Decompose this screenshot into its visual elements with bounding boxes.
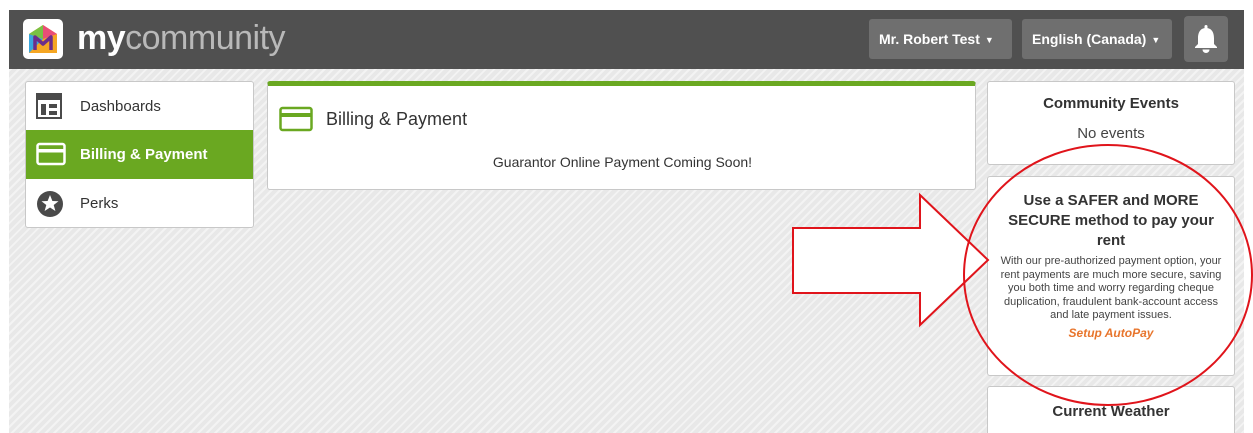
billing-payment-panel: Billing & Payment Guarantor Online Payme… [267,81,976,190]
sidebar-item-dashboards[interactable]: Dashboards [26,82,253,131]
autopay-promo-card: Use a SAFER and MORE SECURE method to pa… [987,176,1235,376]
language-menu-label: English (Canada) [1032,31,1147,47]
community-events-empty: No events [1077,125,1145,142]
setup-autopay-link[interactable]: Setup AutoPay [1069,326,1154,340]
current-weather-title: Current Weather [1052,403,1170,420]
credit-card-icon [36,141,66,171]
credit-card-icon [279,106,313,137]
bell-icon [1195,25,1217,53]
logo-icon [29,25,57,53]
panel-title: Billing & Payment [326,109,468,129]
brand-name: mycommunity [77,16,286,60]
sidebar-item-label: Perks [80,195,119,212]
promo-heading: Use a SAFER and MORE SECURE method to pa… [1008,192,1214,249]
brand-community: community [125,19,286,57]
sidebar-navigation: Dashboards Billing & Payment Perks [25,81,254,228]
sidebar-item-billing-payment[interactable]: Billing & Payment [26,130,253,179]
app-window: mycommunity Mr. Robert Test ▼ English (Ca… [9,10,1244,433]
caret-down-icon: ▼ [1151,35,1161,45]
community-events-card: Community Events No events [987,81,1235,165]
coming-soon-message: Guarantor Online Payment Coming Soon! [492,154,753,170]
sidebar-item-label: Dashboards [80,98,161,115]
user-menu-button[interactable]: Mr. Robert Test ▼ [869,19,1012,59]
logo[interactable] [23,19,63,59]
sidebar-item-label: Billing & Payment [80,146,208,163]
promo-body: With our pre-authorized payment option, … [1000,255,1222,321]
language-menu-button[interactable]: English (Canada) ▼ [1022,19,1172,59]
notifications-button[interactable] [1184,16,1228,62]
sidebar-item-perks[interactable]: Perks [26,179,253,227]
caret-down-icon: ▼ [984,35,994,45]
current-weather-card: Current Weather [987,386,1235,433]
community-events-title: Community Events [1043,95,1179,112]
brand-my: my [77,19,126,57]
star-icon [36,190,64,222]
top-navigation-bar: mycommunity Mr. Robert Test ▼ English (Ca… [9,10,1244,69]
user-menu-label: Mr. Robert Test [879,31,980,47]
dashboard-icon [36,93,62,123]
